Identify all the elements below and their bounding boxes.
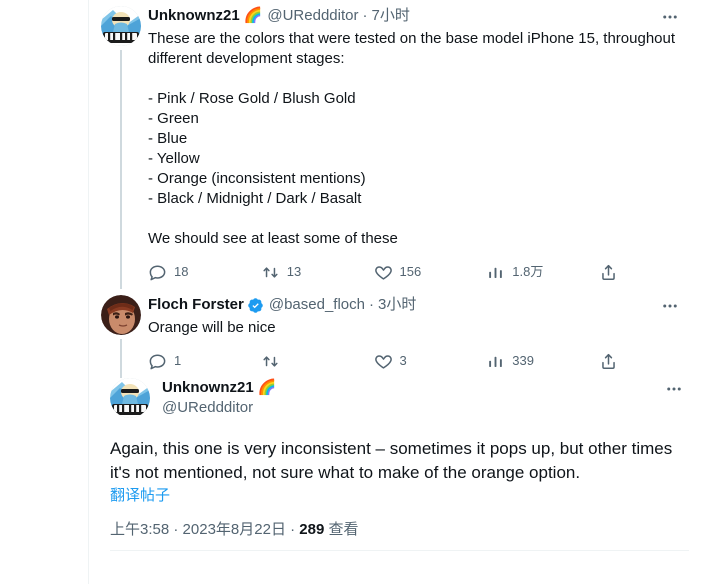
author-handle[interactable]: @based_floch xyxy=(269,295,365,315)
tweet-header: Unknownz21 🌈 @UReddditor · 7小时 xyxy=(148,6,685,28)
verified-badge-icon xyxy=(247,297,264,314)
reply-button[interactable]: 18 xyxy=(148,263,261,282)
share-button[interactable] xyxy=(599,352,618,371)
tweet-text: Orange will be nice xyxy=(148,319,276,336)
tweet-item-3[interactable]: Unknownz21 🌈 @UReddditor Again, this one… xyxy=(89,378,705,551)
tweet-action-bar: 18 13 156 1.8万 xyxy=(148,255,618,289)
tweet-item-2[interactable]: Floch Forster @based_floch · 3小时 Orange … xyxy=(89,289,705,378)
tweet-metadata: 上午3:58 · 2023年8月22日 · 289 查看 xyxy=(105,506,689,550)
author-display-name[interactable]: Unknownz21 xyxy=(162,378,254,398)
tweet-timestamp[interactable]: 3小时 xyxy=(378,295,416,315)
tweet-thread-page: Unknownz21 🌈 @UReddditor · 7小时 These are… xyxy=(0,0,705,584)
tweet-action-bar: 1 3 339 xyxy=(148,344,618,378)
like-count: 156 xyxy=(399,264,422,279)
author-names: Unknownz21 🌈 @UReddditor xyxy=(162,378,653,418)
tweet-body: Floch Forster @based_floch · 3小时 Orange … xyxy=(148,295,689,378)
more-options-icon[interactable] xyxy=(659,378,689,400)
thread-feed: Unknownz21 🌈 @UReddditor · 7小时 These are… xyxy=(89,0,705,551)
avatar-column xyxy=(94,6,148,289)
thread-connector-line xyxy=(120,50,122,289)
tweet-header: Floch Forster @based_floch · 3小时 xyxy=(148,295,685,317)
avatar[interactable] xyxy=(110,378,150,418)
tweet-date[interactable]: 2023年8月22日 xyxy=(183,521,286,538)
thread-connector-line xyxy=(120,339,122,378)
reply-count: 1 xyxy=(174,353,182,368)
author-display-name[interactable]: Unknownz21 xyxy=(148,6,240,26)
like-count: 3 xyxy=(399,353,407,368)
views-button[interactable]: 1.8万 xyxy=(486,263,599,282)
tweet-timestamp[interactable]: 7小时 xyxy=(371,6,409,26)
views-count: 1.8万 xyxy=(512,264,544,279)
rainbow-icon: 🌈 xyxy=(243,7,263,24)
tweet-item-1[interactable]: Unknownz21 🌈 @UReddditor · 7小时 These are… xyxy=(89,0,705,289)
more-options-icon[interactable] xyxy=(655,295,685,317)
author-display-name[interactable]: Floch Forster xyxy=(148,295,244,315)
meta-separator-1: · xyxy=(169,521,183,538)
like-button[interactable]: 156 xyxy=(374,263,487,282)
author-names: Unknownz21 🌈 @UReddditor · 7小时 xyxy=(148,6,649,26)
author-name-line: Unknownz21 🌈 xyxy=(162,378,653,398)
tweet-body: Unknownz21 🌈 @UReddditor · 7小时 These are… xyxy=(148,6,689,289)
retweet-button[interactable]: 13 xyxy=(261,263,374,282)
rainbow-icon: 🌈 xyxy=(257,379,277,396)
avatar[interactable] xyxy=(101,295,141,335)
tweet-time[interactable]: 上午3:58 xyxy=(110,521,169,538)
avatar[interactable] xyxy=(101,6,141,46)
bottom-divider xyxy=(110,550,689,551)
meta-separator: · xyxy=(362,7,368,24)
views-button[interactable]: 339 xyxy=(486,352,599,371)
tweet-text: Again, this one is very inconsistent – s… xyxy=(110,439,677,482)
like-button[interactable]: 3 xyxy=(374,352,487,371)
meta-separator: · xyxy=(368,296,374,313)
tweet-text: These are the colors that were tested on… xyxy=(148,30,676,247)
tweet-header: Unknownz21 🌈 @UReddditor xyxy=(105,378,689,418)
translate-post-link[interactable]: 翻译帖子 xyxy=(110,486,170,506)
retweet-count: 13 xyxy=(286,264,302,279)
reply-count: 18 xyxy=(174,264,189,279)
retweet-button[interactable] xyxy=(261,352,374,371)
views-count: 289 xyxy=(299,521,325,538)
more-options-icon[interactable] xyxy=(655,6,685,28)
share-button[interactable] xyxy=(599,263,618,282)
author-handle[interactable]: @UReddditor xyxy=(162,398,653,418)
meta-separator-2: · xyxy=(285,521,300,538)
author-names: Floch Forster @based_floch · 3小时 xyxy=(148,295,649,315)
avatar-column xyxy=(94,295,148,378)
views-count: 339 xyxy=(512,353,534,368)
reply-button[interactable]: 1 xyxy=(148,352,261,371)
author-handle[interactable]: @UReddditor xyxy=(267,6,358,26)
views-label: 查看 xyxy=(324,521,359,538)
